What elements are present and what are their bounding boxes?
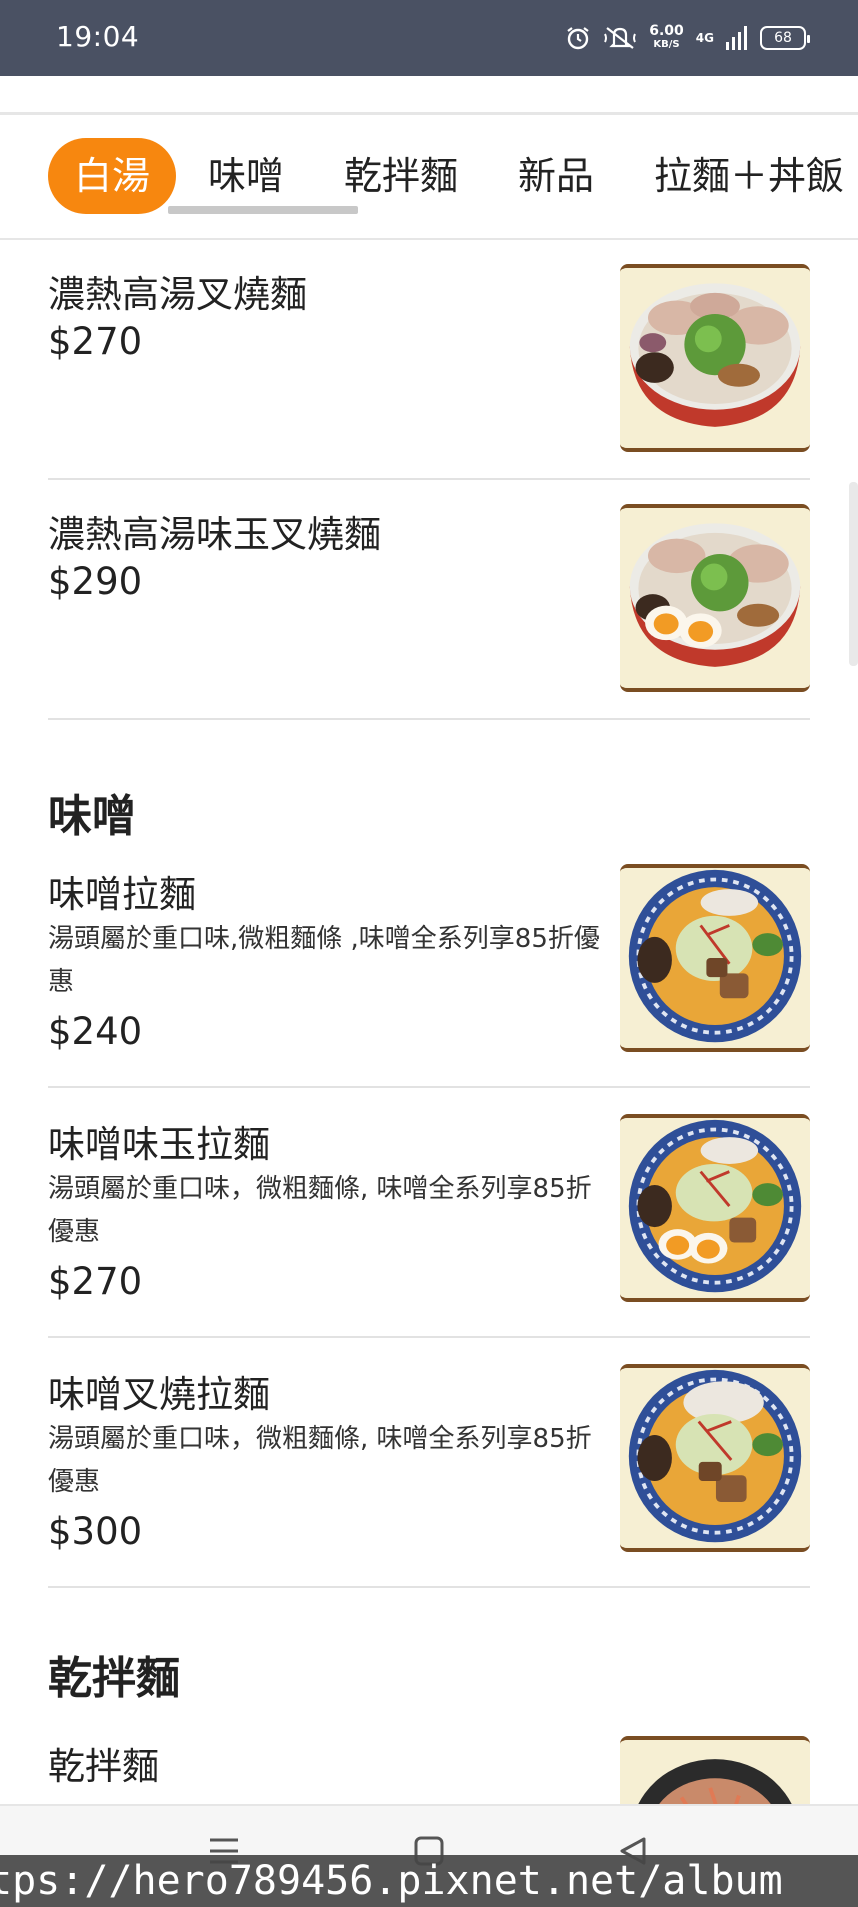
menu-item[interactable]: 味噌叉燒拉麵 湯頭屬於重口味，微粗麵條, 味噌全系列享85折優惠 $300 [48,1364,810,1564]
menu-list[interactable]: 濃熱高湯叉燒麵 $270 濃熱高湯味玉叉燒麵 $290 味噌 味噌拉麵 湯頭屬於… [0,240,858,1804]
item-divider [48,478,810,480]
header-divider [0,112,858,115]
signal-icon [726,26,748,50]
item-description: 湯頭屬於重口味，微粗麵條, 味噌全系列享85折優惠 [48,1174,592,1247]
item-image [620,864,810,1052]
tab-baitang[interactable]: 白湯 [48,138,177,214]
status-bar: 19:04 6.00 KB/S 4G 68 [0,0,858,76]
network-type: 4G [695,31,714,45]
tonkotsu-egg-ramen-icon [624,508,806,688]
item-name: 味噌味玉拉麵 [48,1123,270,1166]
item-description: 湯頭屬於重口味,微粗麵條 ,味噌全系列享85折優惠 [48,924,600,997]
category-tabs: 白湯 味噌 乾拌麵 新品 拉麵＋丼飯 [0,134,858,224]
item-name: 乾拌麵 [48,1745,159,1788]
scrollbar[interactable] [849,482,858,666]
miso-chashu-ramen-icon [624,1368,806,1548]
miso-egg-ramen-icon [624,1118,806,1298]
tab-miso[interactable]: 味噌 [208,138,284,214]
item-image [620,504,810,692]
item-divider [48,1336,810,1338]
status-time: 19:04 [56,20,140,53]
tonkotsu-ramen-icon [624,268,806,448]
tab-new[interactable]: 新品 [518,138,594,214]
item-price: $240 [48,1010,143,1053]
item-image [620,264,810,452]
item-price: $300 [48,1510,143,1553]
battery-icon: 68 [760,26,810,50]
tab-dry-noodles[interactable]: 乾拌麵 [344,138,458,214]
item-price: $270 [48,1260,143,1303]
network-speed: 6.00 KB/S [649,24,684,52]
item-name: 味噌叉燒拉麵 [48,1373,270,1416]
item-name: 濃熱高湯叉燒麵 [48,273,307,316]
item-name: 濃熱高湯味玉叉燒麵 [48,513,381,556]
section-title-miso: 味噌 [48,791,136,842]
tab-scroll-indicator [168,206,358,214]
item-divider [48,718,810,720]
speed-unit: KB/S [653,39,680,50]
item-price: $290 [48,560,143,603]
item-price: $270 [48,320,143,363]
menu-item[interactable]: 濃熱高湯叉燒麵 $270 [48,264,810,452]
menu-item[interactable]: 味噌味玉拉麵 湯頭屬於重口味，微粗麵條, 味噌全系列享85折優惠 $270 [48,1114,810,1314]
tab-ramen-combo[interactable]: 拉麵＋丼飯 [654,138,844,214]
item-description: 湯頭屬於重口味，微粗麵條, 味噌全系列享85折優惠 [48,1424,592,1497]
item-divider [48,1586,810,1588]
menu-item[interactable]: 濃熱高湯味玉叉燒麵 $290 [48,504,810,692]
item-image [620,1364,810,1552]
alarm-icon [565,25,591,51]
item-image [620,1736,810,1804]
speed-value: 6.00 [649,23,684,39]
item-image [620,1114,810,1302]
dry-noodles-icon [624,1740,806,1804]
item-name: 味噌拉麵 [48,873,196,916]
mute-icon [603,25,637,51]
status-icons: 6.00 KB/S 4G 68 [565,18,810,58]
miso-ramen-icon [624,868,806,1048]
menu-item[interactable]: 乾拌麵 [48,1736,810,1804]
watermark-url: tps://hero789456.pixnet.net/album [0,1855,858,1907]
section-title-dry-noodles: 乾拌麵 [48,1653,180,1704]
item-divider [48,1086,810,1088]
menu-item[interactable]: 味噌拉麵 湯頭屬於重口味,微粗麵條 ,味噌全系列享85折優惠 $240 [48,864,810,1064]
